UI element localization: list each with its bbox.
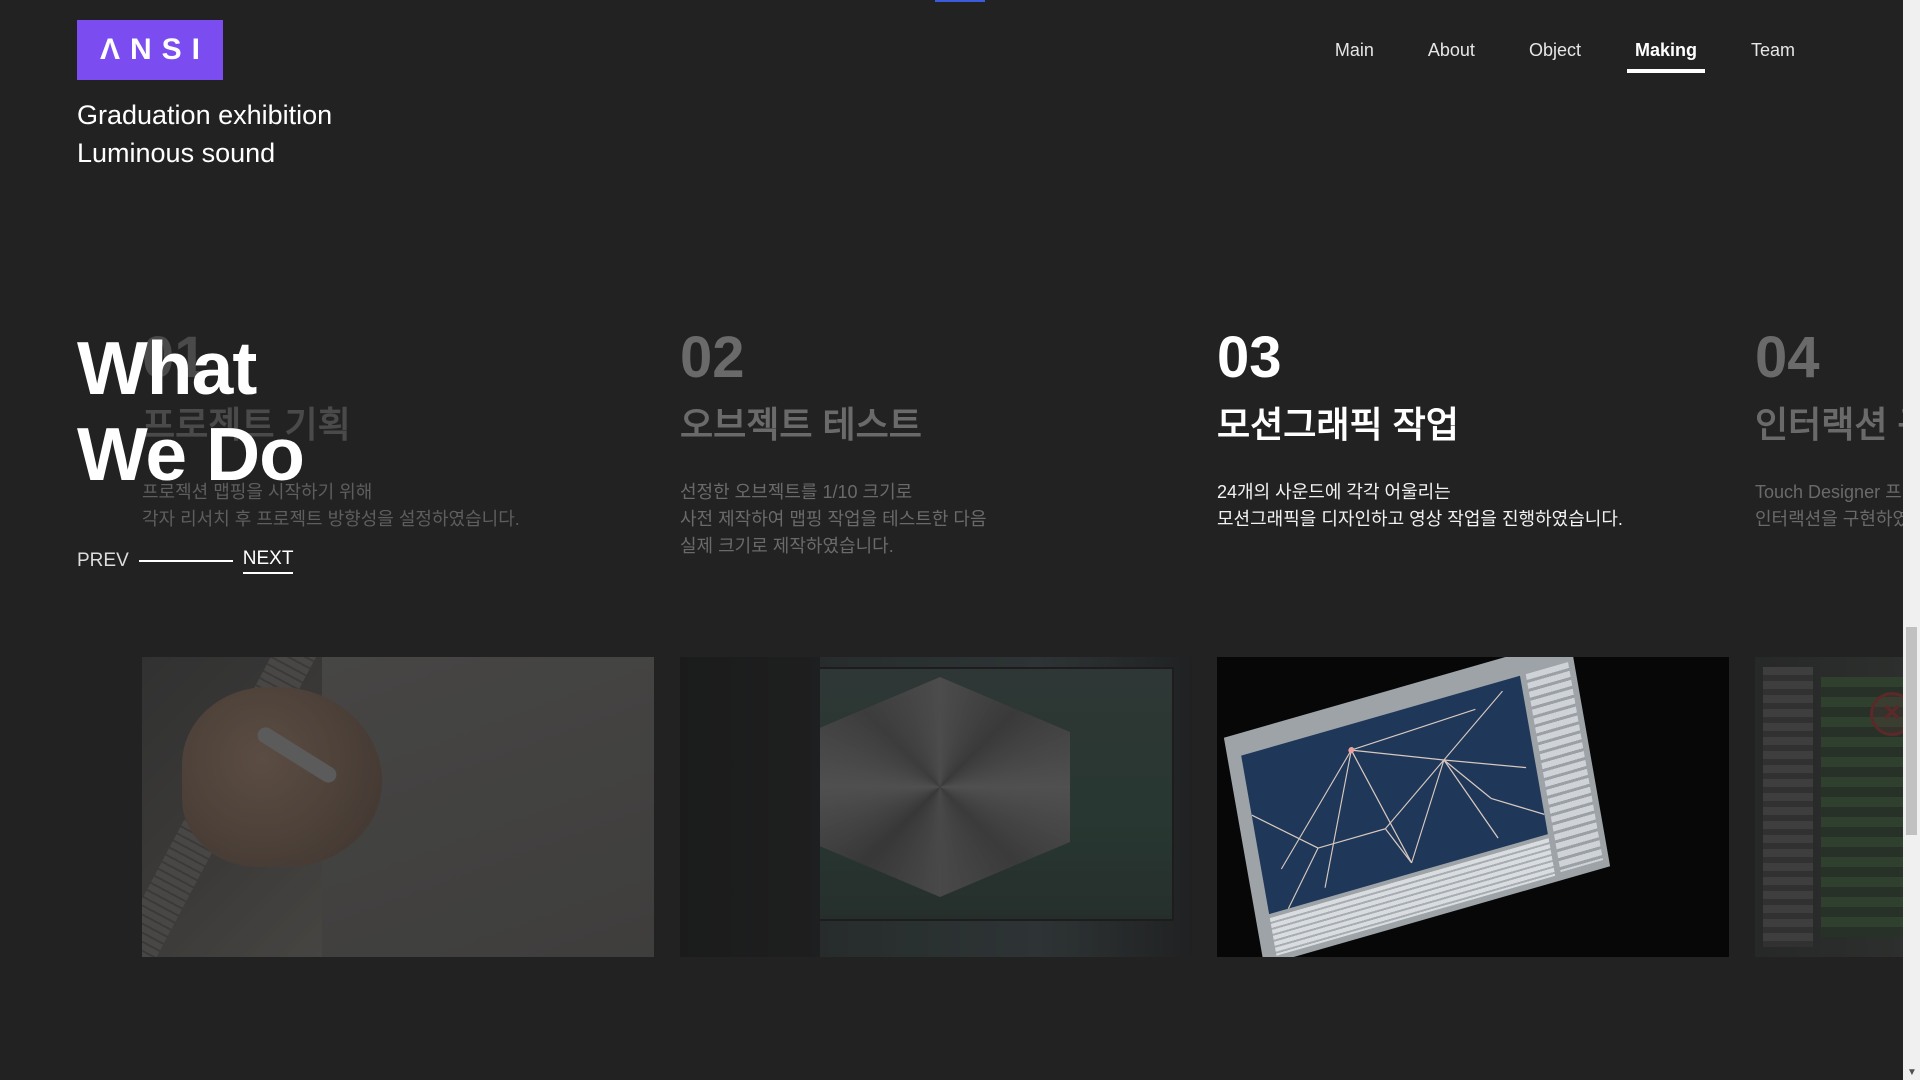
next-button[interactable]: NEXT xyxy=(242,548,294,574)
prev-button[interactable]: PREV xyxy=(77,550,129,572)
top-indicator xyxy=(935,0,985,2)
slide-description: 선정한 오브젝트를 1/10 크기로 사전 제작하여 맵핑 작업을 테스트한 다… xyxy=(680,479,1192,560)
slide-description: Touch Designer 프 인터랙션을 구현하였 xyxy=(1755,479,1920,533)
slide-description: 24개의 사운드에 각각 어울리는 모션그래픽을 디자인하고 영상 작업을 진행… xyxy=(1217,479,1729,533)
nav-item-making[interactable]: Making xyxy=(1626,40,1706,73)
pager-divider xyxy=(138,560,233,562)
slide-03: 03 모션그래픽 작업 24개의 사운드에 각각 어울리는 모션그래픽을 디자인… xyxy=(1217,325,1729,957)
section-heading: What We Do xyxy=(77,325,305,497)
scroll-down-arrow-icon[interactable]: ▼ xyxy=(1907,1068,1917,1078)
nav-item-team[interactable]: Team xyxy=(1751,40,1795,69)
slide-image-planning xyxy=(142,657,654,957)
slide-image-interaction: × xyxy=(1755,657,1920,957)
site-subtitle: Graduation exhibition Luminous sound xyxy=(77,96,332,172)
slide-description-line: 모션그래픽을 디자인하고 영상 작업을 진행하였습니다. xyxy=(1217,509,1623,529)
slide-04: 04 인터랙션 구 Touch Designer 프 인터랙션을 구현하였 × xyxy=(1755,325,1920,957)
slide-title: 인터랙션 구 xyxy=(1755,404,1920,445)
slide-description-line: 각자 리서치 후 프로젝트 방향성을 설정하였습니다. xyxy=(142,509,520,529)
scrollbar-thumb[interactable] xyxy=(1906,627,1917,835)
slide-description-line: Touch Designer 프 xyxy=(1755,482,1902,502)
slide-number: 03 xyxy=(1217,325,1282,390)
nav-item-object[interactable]: Object xyxy=(1529,40,1581,69)
nav-item-main[interactable]: Main xyxy=(1335,40,1374,69)
slide-title: 모션그래픽 작업 xyxy=(1217,404,1459,445)
slide-title: 오브젝트 테스트 xyxy=(680,404,922,445)
subtitle-line-2: Luminous sound xyxy=(77,138,276,168)
slide-description-line: 선정한 오브젝트를 1/10 크기로 xyxy=(680,482,913,502)
heading-line-2: We Do xyxy=(77,412,305,496)
slide-image-motion-graphics xyxy=(1217,657,1729,957)
slide-description-line: 실제 크기로 제작하였습니다. xyxy=(680,536,894,556)
slide-number: 04 xyxy=(1755,325,1820,390)
slide-description-line: 사전 제작하여 맵핑 작업을 테스트한 다음 xyxy=(680,509,987,529)
slide-02: 02 오브젝트 테스트 선정한 오브젝트를 1/10 크기로 사전 제작하여 맵… xyxy=(680,325,1192,957)
heading-line-1: What xyxy=(77,326,257,410)
nav-item-about[interactable]: About xyxy=(1428,40,1475,69)
vertical-scrollbar[interactable]: ▼ xyxy=(1903,0,1920,1080)
page: ΛNSI Graduation exhibition Luminous soun… xyxy=(0,0,1920,1080)
slide-image-object-test xyxy=(680,657,1192,957)
subtitle-line-1: Graduation exhibition xyxy=(77,100,333,130)
slide-pager: PREV NEXT xyxy=(77,548,294,574)
main-nav: Main About Object Making Team xyxy=(1281,40,1795,73)
monitor-graphic xyxy=(1223,657,1611,957)
slide-number: 02 xyxy=(680,325,745,390)
slide-description-line: 24개의 사운드에 각각 어울리는 xyxy=(1217,482,1451,502)
logo[interactable]: ΛNSI xyxy=(77,20,223,80)
slide-description-line: 인터랙션을 구현하였 xyxy=(1755,509,1910,529)
